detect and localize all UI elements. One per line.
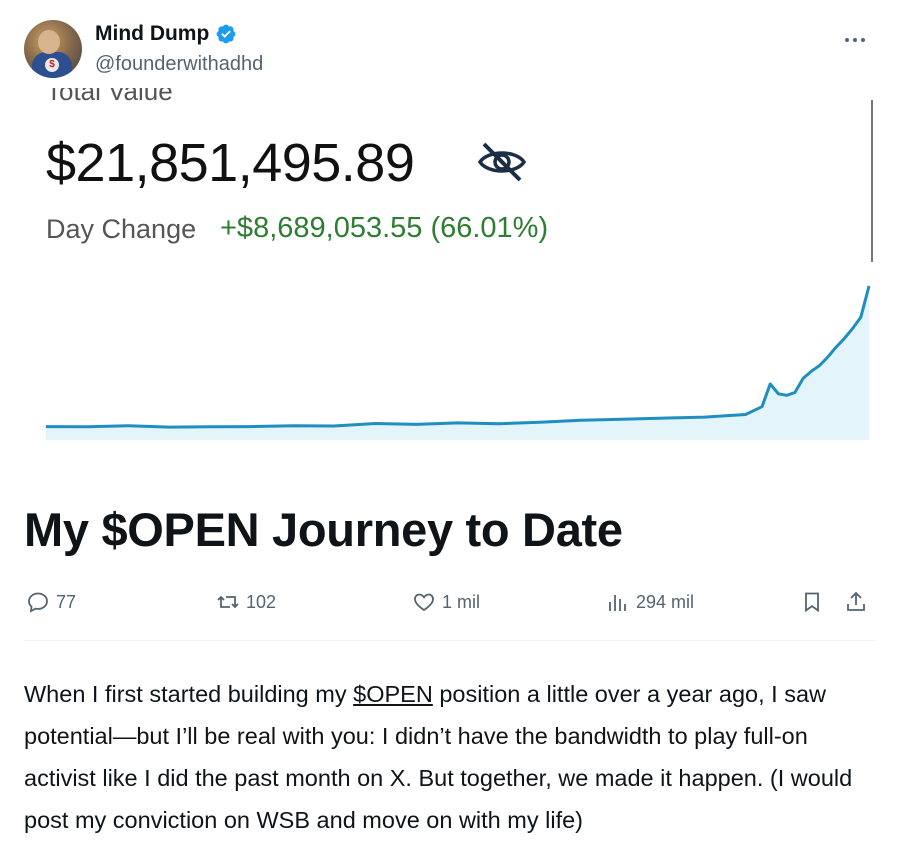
views-icon bbox=[609, 595, 626, 611]
total-value: $21,851,495.89 bbox=[46, 133, 415, 193]
day-change-value: +$8,689,053.55 (66.01%) bbox=[220, 212, 549, 244]
tweet-body: When I first started building my $OPEN p… bbox=[24, 673, 884, 841]
like-button[interactable]: 1 mil bbox=[412, 590, 480, 614]
action-bar: 77 102 1 mil 294 mil bbox=[24, 590, 876, 622]
avatar[interactable]: $ bbox=[24, 20, 82, 78]
views-count: 294 mil bbox=[636, 591, 695, 612]
article-title[interactable]: My $OPEN Journey to Date bbox=[24, 502, 623, 557]
divider bbox=[24, 640, 876, 641]
repost-button[interactable]: 102 bbox=[216, 590, 276, 614]
repost-icon bbox=[217, 595, 239, 609]
day-change-label: Day Change bbox=[46, 214, 197, 244]
like-count: 1 mil bbox=[442, 591, 481, 612]
avatar-face bbox=[38, 30, 60, 54]
verified-badge-icon[interactable] bbox=[215, 23, 237, 45]
total-value-label: Total Value bbox=[46, 88, 173, 106]
chart-series-line bbox=[45, 285, 871, 429]
portfolio-screenshot[interactable]: Total Value $21,851,495.89 Day Change +$… bbox=[24, 88, 876, 466]
repost-count: 102 bbox=[246, 591, 277, 612]
views-button[interactable]: 294 mil bbox=[606, 590, 694, 614]
share-icon bbox=[847, 591, 865, 611]
reply-count: 77 bbox=[56, 591, 77, 612]
bookmark-icon bbox=[805, 592, 819, 613]
tweet-header: $ Mind Dump @founderwithadhd bbox=[24, 20, 884, 80]
scrollbar bbox=[871, 100, 873, 262]
body-text-start: When I first started building my bbox=[24, 681, 354, 707]
bookmark-button[interactable] bbox=[800, 590, 824, 614]
portfolio-chart bbox=[45, 285, 871, 440]
cashtag-link[interactable]: $OPEN bbox=[353, 681, 433, 707]
avatar-logo: $ bbox=[45, 58, 59, 72]
name-row: Mind Dump bbox=[95, 22, 237, 46]
like-icon bbox=[414, 593, 434, 612]
handle[interactable]: @founderwithadhd bbox=[95, 53, 263, 76]
reply-button[interactable]: 77 bbox=[26, 590, 76, 614]
more-icon[interactable] bbox=[840, 28, 870, 48]
chart-area-fill bbox=[46, 286, 869, 440]
reply-icon bbox=[28, 592, 48, 613]
share-button[interactable] bbox=[844, 590, 868, 614]
display-name[interactable]: Mind Dump bbox=[95, 22, 209, 46]
eye-slash-icon[interactable] bbox=[474, 140, 530, 184]
